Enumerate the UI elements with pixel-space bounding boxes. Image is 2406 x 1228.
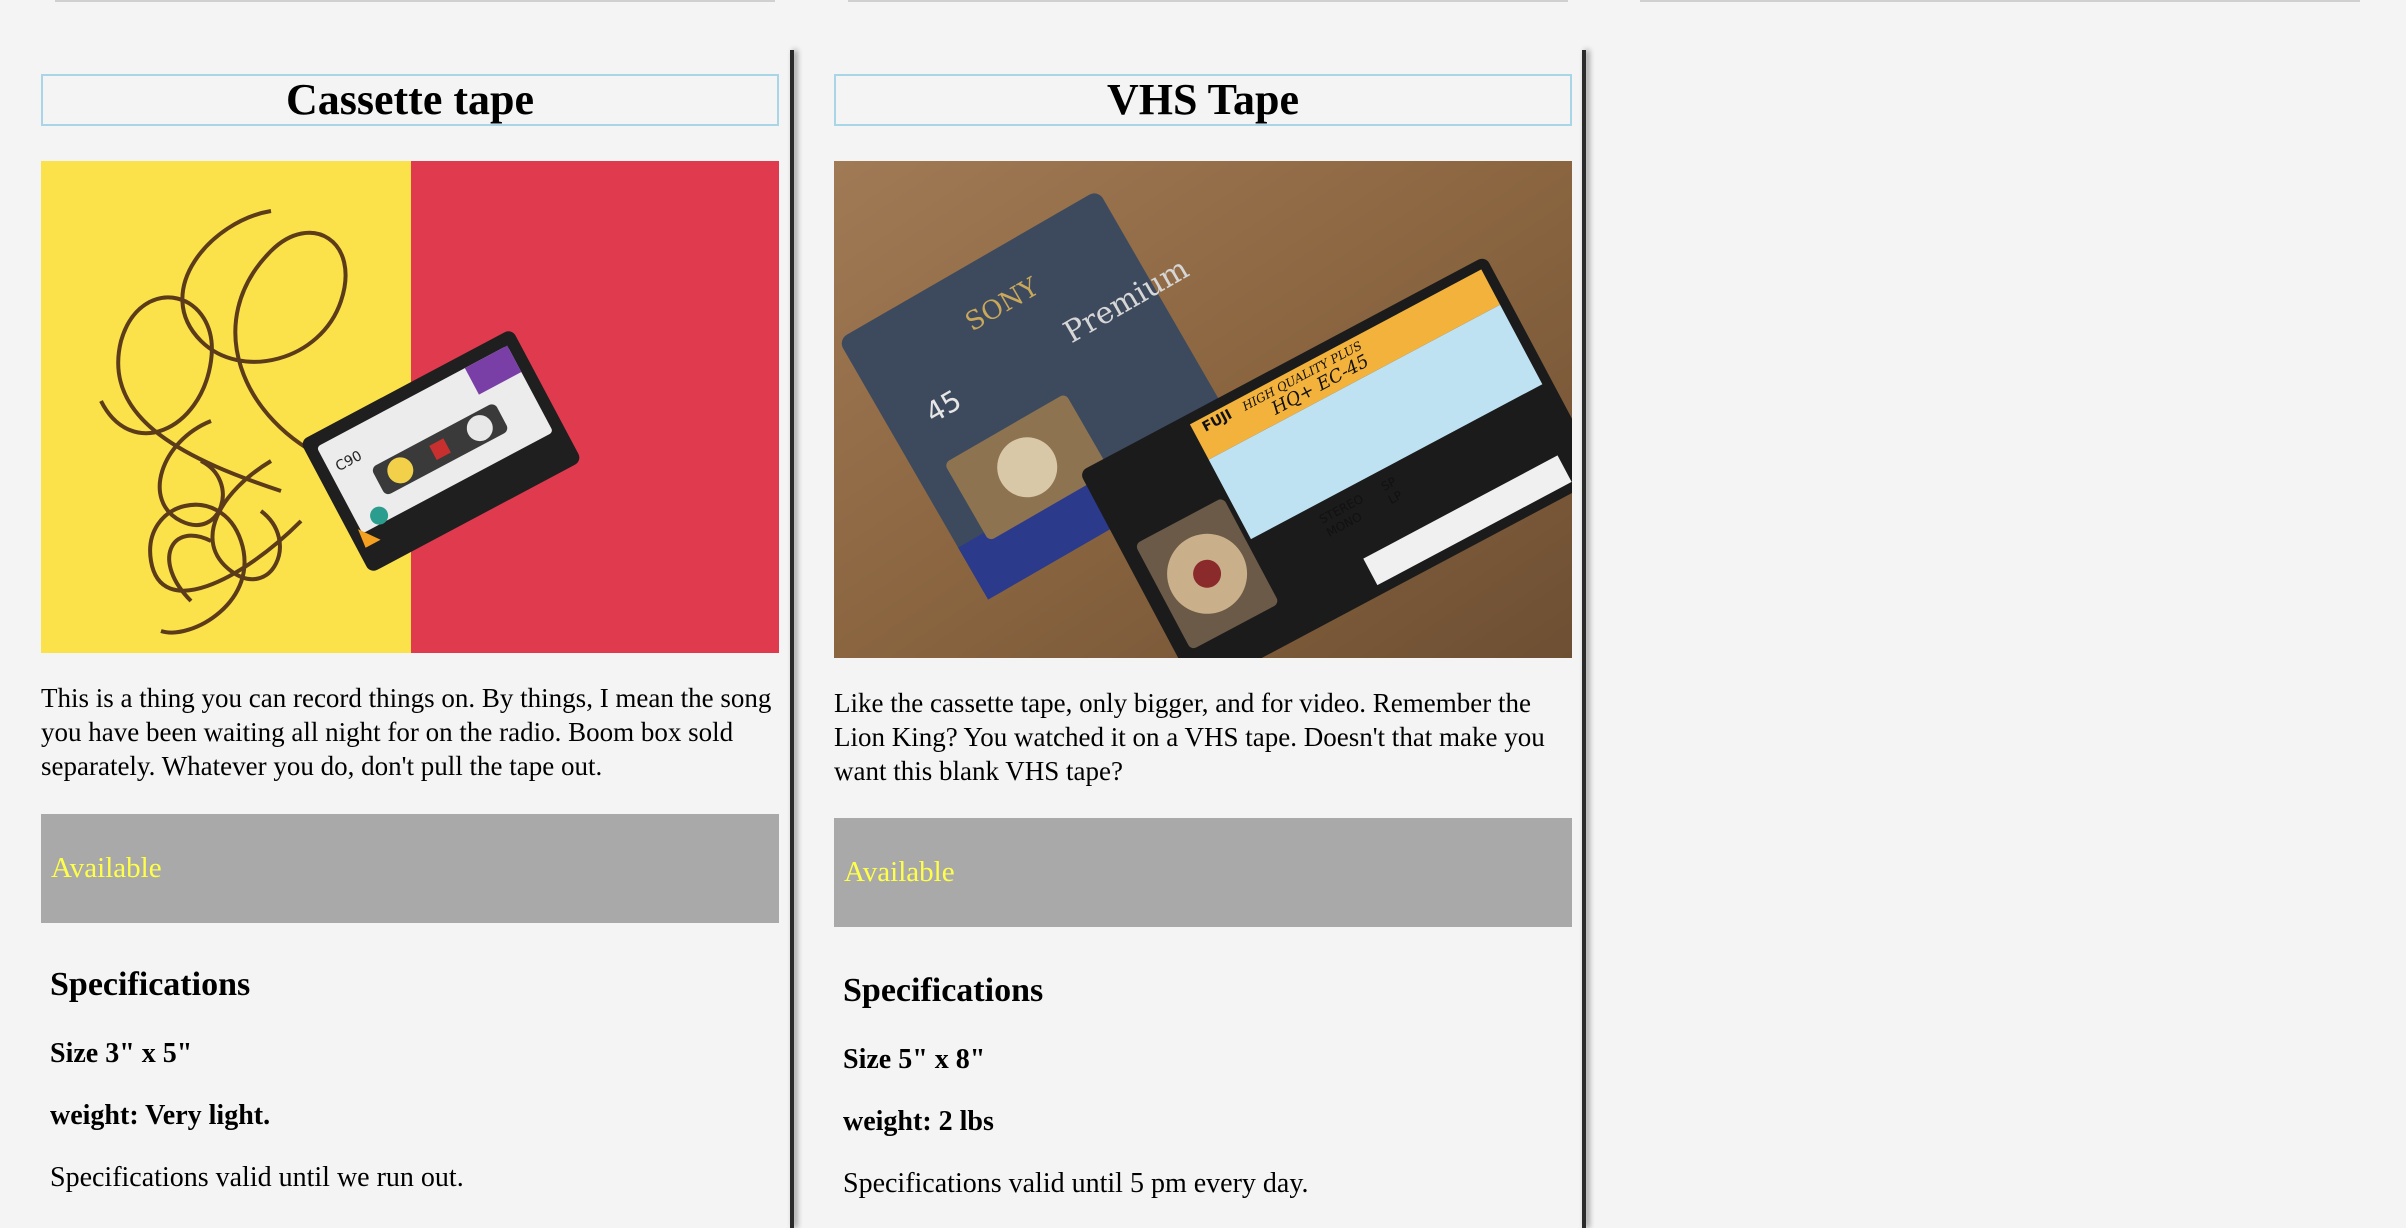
spec-size: Size 5" x 8" xyxy=(843,1044,986,1075)
product-title: VHS Tape xyxy=(834,74,1572,126)
product-card-vhs: VHS Tape SONY Premium 45 FUJI HIGH QUALI… xyxy=(834,48,1572,1228)
spec-validity: Specifications valid until we run out. xyxy=(50,1162,464,1193)
product-description: Like the cassette tape, only bigger, and… xyxy=(834,688,1545,786)
spec-weight: weight: 2 lbs xyxy=(843,1106,994,1137)
vhs-image: SONY Premium 45 FUJI HIGH QUALITY PLUS H… xyxy=(834,161,1572,658)
column-divider xyxy=(790,50,794,1228)
product-description: This is a thing you can record things on… xyxy=(41,683,772,781)
spec-validity: Specifications valid until 5 pm every da… xyxy=(843,1168,1309,1199)
spec-size: Size 3" x 5" xyxy=(50,1038,193,1069)
column-divider xyxy=(1582,50,1586,1228)
specifications-heading: Specifications xyxy=(843,972,1044,1009)
availability-banner: Available xyxy=(834,818,1572,927)
cassette-image: C90 xyxy=(41,161,779,653)
product-title: Cassette tape xyxy=(41,74,779,126)
product-card-cassette: Cassette tape C90 This is a thing you ca… xyxy=(41,48,779,1228)
availability-text: Available xyxy=(844,856,955,888)
availability-banner: Available xyxy=(41,814,779,923)
spec-weight: weight: Very light. xyxy=(50,1100,271,1131)
specifications-heading: Specifications xyxy=(50,966,251,1003)
top-rule xyxy=(848,0,1568,2)
top-rule xyxy=(55,0,775,2)
top-rule xyxy=(1640,0,2360,2)
availability-text: Available xyxy=(51,852,162,884)
